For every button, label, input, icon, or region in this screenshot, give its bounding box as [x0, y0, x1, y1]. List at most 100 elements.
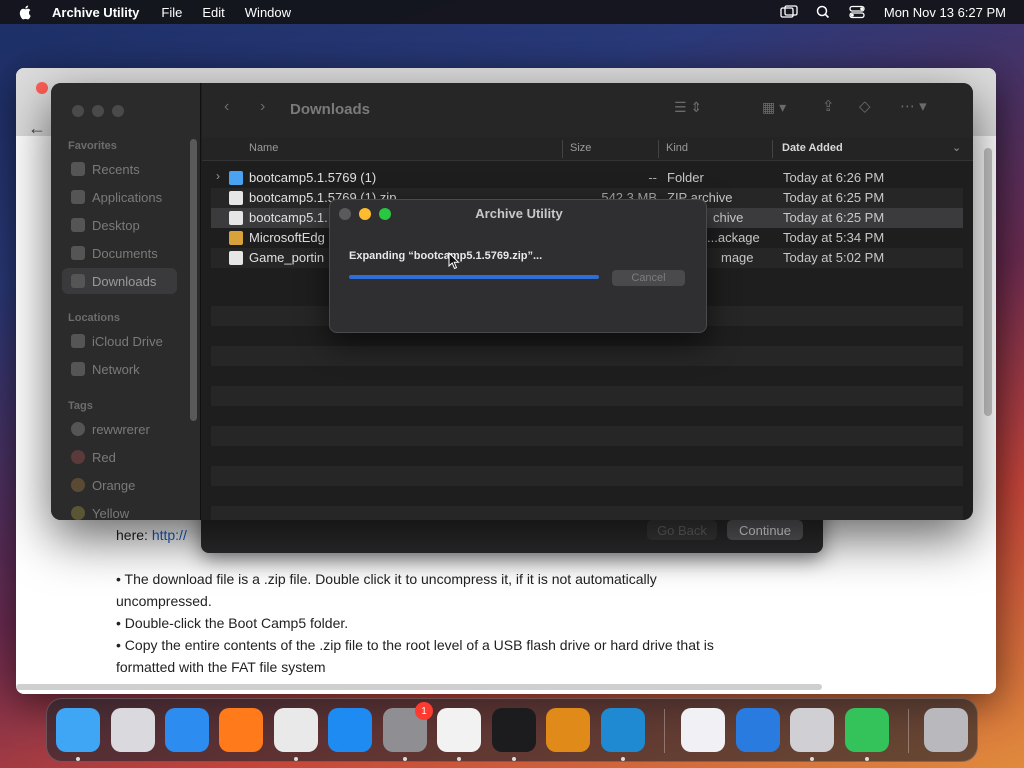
progress-fill — [349, 275, 599, 279]
file-row-folder[interactable]: › bootcamp5.1.5769 (1) -- Folder Today a… — [211, 168, 963, 188]
menu-window[interactable]: Window — [245, 5, 291, 20]
dock-separator — [908, 709, 909, 753]
sidebar-item-desktop[interactable]: Desktop — [62, 212, 177, 238]
menu-edit[interactable]: Edit — [202, 5, 224, 20]
dock-firefox-icon[interactable] — [219, 708, 263, 752]
bullet-3: • Copy the entire contents of the .zip f… — [116, 637, 714, 653]
sidebar-item-recents[interactable]: Recents — [62, 156, 177, 182]
tag-dot-icon — [71, 450, 85, 464]
empty-row — [211, 466, 963, 486]
dock-vscode-icon[interactable] — [601, 708, 645, 752]
sidebar-item-downloads[interactable]: Downloads — [62, 268, 177, 294]
dock-textedit-icon[interactable] — [437, 708, 481, 752]
clock-icon — [71, 162, 85, 176]
applications-icon — [71, 190, 85, 204]
dock-downloads-icon[interactable] — [790, 708, 834, 752]
share-icon[interactable]: ⇪ — [822, 97, 835, 115]
back-arrow-icon[interactable]: ← — [28, 118, 46, 139]
apple-icon[interactable] — [18, 4, 34, 20]
running-indicator — [865, 757, 869, 761]
dock-onedrive-icon[interactable] — [736, 708, 780, 752]
disclosure-triangle-icon[interactable]: › — [216, 169, 220, 183]
sidebar-item-network[interactable]: Network — [62, 356, 177, 382]
browser-horizontal-scrollbar[interactable] — [16, 684, 822, 690]
tags-heading: Tags — [68, 400, 93, 412]
forward-chevron-icon[interactable]: › — [260, 98, 265, 116]
empty-row — [211, 346, 963, 366]
browser-close-button[interactable] — [36, 82, 48, 94]
dock-safari-icon[interactable] — [165, 708, 209, 752]
dock-system-settings-icon[interactable]: 1 — [383, 702, 433, 752]
tag-icon[interactable]: ◇ — [859, 97, 871, 115]
tag-dot-icon — [71, 506, 85, 520]
go-back-button[interactable]: Go Back — [647, 520, 717, 540]
dock: 1 — [46, 698, 978, 762]
running-indicator — [294, 757, 298, 761]
column-kind[interactable]: Kind — [666, 142, 688, 154]
desktop-icon — [71, 218, 85, 232]
here-label: here: — [116, 527, 148, 543]
menu-clock[interactable]: Mon Nov 13 6:27 PM — [884, 5, 1006, 20]
download-icon — [71, 274, 85, 288]
running-indicator — [76, 757, 80, 761]
bullet-1: • The download file is a .zip file. Doub… — [116, 571, 657, 587]
finder-window-title: Downloads — [290, 101, 371, 118]
browser-vertical-scrollbar[interactable] — [984, 148, 992, 416]
download-link[interactable]: http:// — [152, 527, 187, 543]
tag-dot-icon — [71, 422, 85, 436]
finder-close-button[interactable] — [72, 105, 84, 117]
archive-utility-dialog: Archive Utility Expanding “bootcamp5.1.5… — [329, 199, 707, 333]
sidebar-item-applications[interactable]: Applications — [62, 184, 177, 210]
column-name[interactable]: Name — [249, 142, 278, 154]
control-center-icon[interactable] — [848, 5, 866, 19]
tag-dot-icon — [71, 478, 85, 492]
document-icon — [71, 246, 85, 260]
dock-trash-icon[interactable] — [924, 708, 968, 752]
folder-icon — [229, 171, 243, 185]
bullet-1-continued: uncompressed. — [116, 593, 212, 609]
sidebar-item-documents[interactable]: Documents — [62, 240, 177, 266]
dock-launchpad-icon[interactable] — [111, 708, 155, 752]
menu-file[interactable]: File — [161, 5, 182, 20]
sidebar-scrollbar[interactable] — [190, 139, 197, 421]
dock-chrome-icon[interactable] — [274, 708, 318, 752]
globe-icon — [71, 362, 85, 376]
bullet-3-continued: formatted with the FAT file system — [116, 659, 326, 675]
group-view-icon[interactable]: ▦ ▾ — [762, 99, 786, 116]
spotlight-search-icon[interactable] — [814, 5, 832, 19]
column-date-added[interactable]: Date Added — [782, 142, 843, 154]
back-chevron-icon[interactable]: ‹ — [224, 98, 229, 116]
dock-terminal-icon[interactable] — [492, 708, 536, 752]
file-list-header: Name Size Kind Date Added ⌄ — [202, 137, 973, 161]
dock-garageband-icon[interactable] — [546, 708, 590, 752]
screen-mirroring-icon[interactable] — [780, 5, 798, 19]
cancel-button[interactable]: Cancel — [612, 270, 685, 286]
dock-app-store-icon[interactable] — [328, 708, 372, 752]
continue-button[interactable]: Continue — [727, 520, 803, 540]
dock-archive-utility-icon[interactable] — [845, 708, 889, 752]
menu-app-name[interactable]: Archive Utility — [52, 5, 139, 20]
column-size[interactable]: Size — [570, 142, 591, 154]
expanding-status: Expanding “bootcamp5.1.5769.zip”... — [349, 250, 543, 262]
finder-toolbar: ‹ › Downloads ☰ ⇕ ▦ ▾ ⇪ ◇ ⋯ ▾ — [202, 83, 973, 137]
list-view-icon[interactable]: ☰ ⇕ — [674, 99, 702, 116]
sidebar-item-icloud-drive[interactable]: iCloud Drive — [62, 328, 177, 354]
more-actions-icon[interactable]: ⋯ ▾ — [900, 97, 927, 115]
sidebar-tag-orange[interactable]: Orange — [62, 472, 177, 498]
sidebar-tag-yellow[interactable]: Yellow — [62, 500, 177, 520]
dock-finder-icon[interactable] — [56, 708, 100, 752]
mouse-cursor-icon — [448, 252, 460, 270]
sort-chevron-down-icon[interactable]: ⌄ — [952, 141, 961, 154]
locations-heading: Locations — [68, 312, 120, 324]
sidebar-tag-rewwrerer[interactable]: rewwrerer — [62, 416, 177, 442]
favorites-heading: Favorites — [68, 140, 117, 152]
document-icon — [229, 191, 243, 205]
document-icon — [229, 251, 243, 265]
dock-separator — [664, 709, 665, 753]
sidebar-tag-red[interactable]: Red — [62, 444, 177, 470]
finder-minimize-button[interactable] — [92, 105, 104, 117]
running-indicator — [621, 757, 625, 761]
finder-zoom-button[interactable] — [112, 105, 124, 117]
expand-progress-bar — [349, 275, 599, 279]
dock-visual-studio-icon[interactable] — [681, 708, 725, 752]
